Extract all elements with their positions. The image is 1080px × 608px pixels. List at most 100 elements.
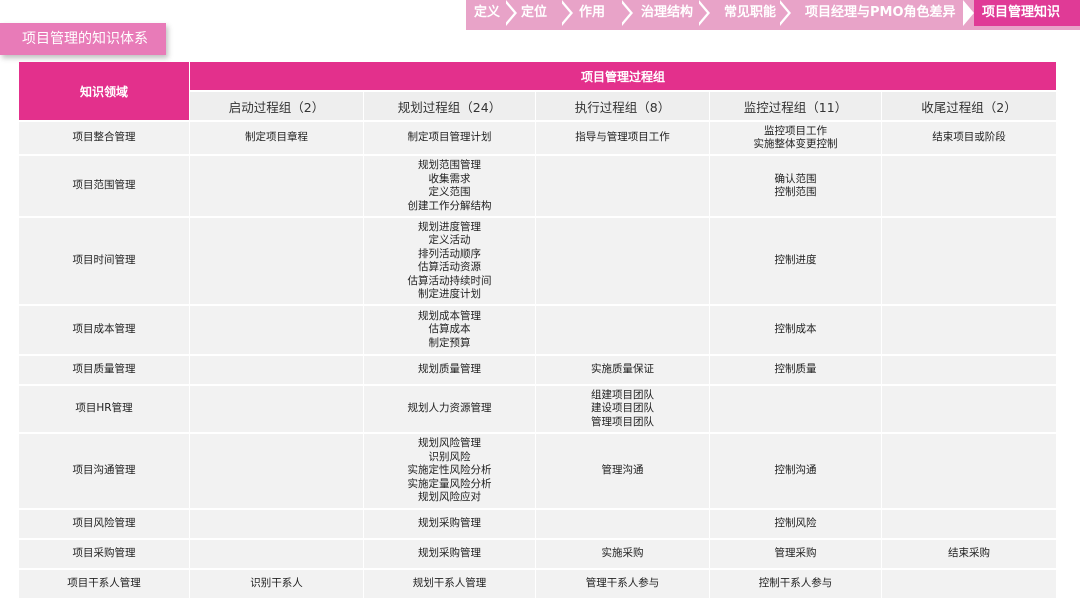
process-name: 识别干系人 <box>250 577 303 590</box>
table-row: 项目HR管理 规划人力资源管理 组建项目团队 建设项目团队 管理项目团队 <box>19 386 1058 434</box>
process-cell: 结束项目或阶段 <box>882 122 1058 156</box>
chevron-notch <box>696 0 707 26</box>
process-cell <box>882 510 1058 540</box>
corner-header: 知识领域 <box>19 62 190 122</box>
process-name: 制定项目管理计划 <box>407 131 492 144</box>
section-title-tab: 项目管理的知识体系 <box>0 23 166 55</box>
process-cell: 管理沟通 <box>536 434 710 510</box>
table-body: 项目整合管理 制定项目章程 制定项目管理计划 指导与管理项目工作 监控项目工作 实施整体变… <box>19 122 1058 600</box>
process-name: 规划进度管理 <box>418 220 481 233</box>
process-cell <box>882 306 1058 356</box>
process-name: 管理采购 <box>774 547 817 560</box>
process-cell: 规划进度管理 定义活动 排列活动顺序 估算活动资源 估算活动持续时间 制定进度计划 <box>364 218 536 306</box>
table-row: 项目整合管理 制定项目章程 制定项目管理计划 指导与管理项目工作 监控项目工作 实施整体变… <box>19 122 1058 156</box>
process-cell: 规划干系人管理 <box>364 570 536 600</box>
knowledge-area-cell: 项目HR管理 <box>19 386 190 434</box>
process-cell <box>190 218 364 306</box>
table-row: 项目质量管理 规划质量管理 实施质量保证 控制质量 <box>19 356 1058 386</box>
nav-item-governance[interactable]: 治理结构 <box>641 0 693 26</box>
knowledge-area-cell: 项目范围管理 <box>19 156 190 218</box>
nav-item-common-functions[interactable]: 常见职能 <box>724 0 776 26</box>
process-cell <box>190 356 364 386</box>
chevron-notch <box>503 0 514 26</box>
process-cell <box>882 218 1058 306</box>
process-name: 规划干系人管理 <box>412 577 487 590</box>
process-cell: 规划采购管理 <box>364 540 536 570</box>
chevron-notch <box>777 0 788 26</box>
process-cell: 组建项目团队 建设项目团队 管理项目团队 <box>536 386 710 434</box>
process-cell <box>882 570 1058 600</box>
process-cell <box>190 434 364 510</box>
chevron-notch <box>559 0 570 26</box>
nav-item-function[interactable]: 作用 <box>579 0 605 26</box>
knowledge-area-cell: 项目整合管理 <box>19 122 190 156</box>
process-name: 管理项目团队 <box>591 415 654 428</box>
process-cell <box>190 306 364 356</box>
table-row: 项目范围管理 规划范围管理 收集需求 定义范围 创建工作分解结构 确认范围 控制范围 <box>19 156 1058 218</box>
nav-item-definition[interactable]: 定义 <box>474 0 500 26</box>
process-cell: 规划范围管理 收集需求 定义范围 创建工作分解结构 <box>364 156 536 218</box>
process-name: 控制成本 <box>774 323 817 336</box>
process-cell: 实施采购 <box>536 540 710 570</box>
nav-item-pm-knowledge[interactable]: 项目管理知识 <box>982 0 1060 26</box>
process-name: 估算活动资源 <box>418 261 481 273</box>
process-cell <box>536 510 710 540</box>
process-name: 控制进度 <box>774 254 817 267</box>
knowledge-area-cell: 项目采购管理 <box>19 540 190 570</box>
column-header-closing: 收尾过程组（2） <box>882 92 1058 122</box>
process-name: 制定预算 <box>428 336 471 349</box>
process-name: 规划范围管理 <box>418 159 481 171</box>
process-cell <box>882 386 1058 434</box>
process-name: 规划风险应对 <box>418 491 481 504</box>
process-name: 规划质量管理 <box>418 363 481 376</box>
process-name: 实施整体变更控制 <box>753 138 838 150</box>
process-cell: 实施质量保证 <box>536 356 710 386</box>
nav-item-pm-vs-pmo[interactable]: 项目经理与PMO角色差异 <box>805 0 956 26</box>
process-cell: 控制干系人参与 <box>710 570 882 600</box>
nav-item-positioning[interactable]: 定位 <box>521 0 547 26</box>
process-cell <box>882 156 1058 218</box>
process-name: 结束采购 <box>948 547 990 560</box>
process-cell: 制定项目章程 <box>190 122 364 156</box>
section-title: 项目管理的知识体系 <box>22 31 148 47</box>
process-cell: 指导与管理项目工作 <box>536 122 710 156</box>
process-cell: 规划风险管理 识别风险 实施定性风险分析 实施定量风险分析 规划风险应对 <box>364 434 536 510</box>
process-cell: 规划人力资源管理 <box>364 386 536 434</box>
process-cell <box>536 218 710 306</box>
process-cell <box>190 540 364 570</box>
process-name: 实施质量保证 <box>591 363 654 376</box>
table-row: 项目干系人管理 识别干系人 规划干系人管理 管理干系人参与 控制干系人参与 <box>19 570 1058 600</box>
process-name: 识别风险 <box>428 450 471 463</box>
process-cell: 识别干系人 <box>190 570 364 600</box>
process-cell <box>190 386 364 434</box>
process-cell: 规划质量管理 <box>364 356 536 386</box>
process-name: 指导与管理项目工作 <box>575 131 670 144</box>
table-row: 项目成本管理 规划成本管理 估算成本 制定预算 控制成本 <box>19 306 1058 356</box>
process-cell: 控制进度 <box>710 218 882 306</box>
process-name: 规划人力资源管理 <box>407 402 492 415</box>
process-name: 组建项目团队 <box>591 388 654 401</box>
breadcrumb-nav: 定义 定位 作用 治理结构 常见职能 项目经理与PMO角色差异 项目管理知识 <box>466 0 1080 30</box>
process-cell: 管理采购 <box>710 540 882 570</box>
knowledge-area-cell: 项目干系人管理 <box>19 570 190 600</box>
process-name: 实施定性风险分析 <box>407 464 492 477</box>
knowledge-area-table: 知识领域 项目管理过程组 启动过程组（2） 规划过程组（24） 执行过程组（8）… <box>19 62 1058 600</box>
process-name: 监控项目工作 <box>764 124 827 137</box>
group-header: 项目管理过程组 <box>190 62 1058 92</box>
table-row: 项目沟通管理 规划风险管理 识别风险 实施定性风险分析 实施定量风险分析 规划风险应对 管理… <box>19 434 1058 510</box>
process-cell <box>882 356 1058 386</box>
process-name: 创建工作分解结构 <box>407 199 492 212</box>
process-cell: 规划采购管理 <box>364 510 536 540</box>
process-name: 控制质量 <box>774 363 817 376</box>
chevron-notch <box>619 0 630 26</box>
process-name: 控制风险 <box>774 517 817 530</box>
process-cell: 监控项目工作 实施整体变更控制 <box>710 122 882 156</box>
process-name: 估算成本 <box>428 323 471 336</box>
process-name: 规划采购管理 <box>418 547 481 560</box>
process-name: 规划采购管理 <box>418 517 481 530</box>
process-cell: 制定项目管理计划 <box>364 122 536 156</box>
process-cell: 控制沟通 <box>710 434 882 510</box>
table-row: 项目时间管理 规划进度管理 定义活动 排列活动顺序 估算活动资源 估算活动持续时间 制定进度… <box>19 218 1058 306</box>
process-cell: 控制成本 <box>710 306 882 356</box>
knowledge-area-cell: 项目风险管理 <box>19 510 190 540</box>
